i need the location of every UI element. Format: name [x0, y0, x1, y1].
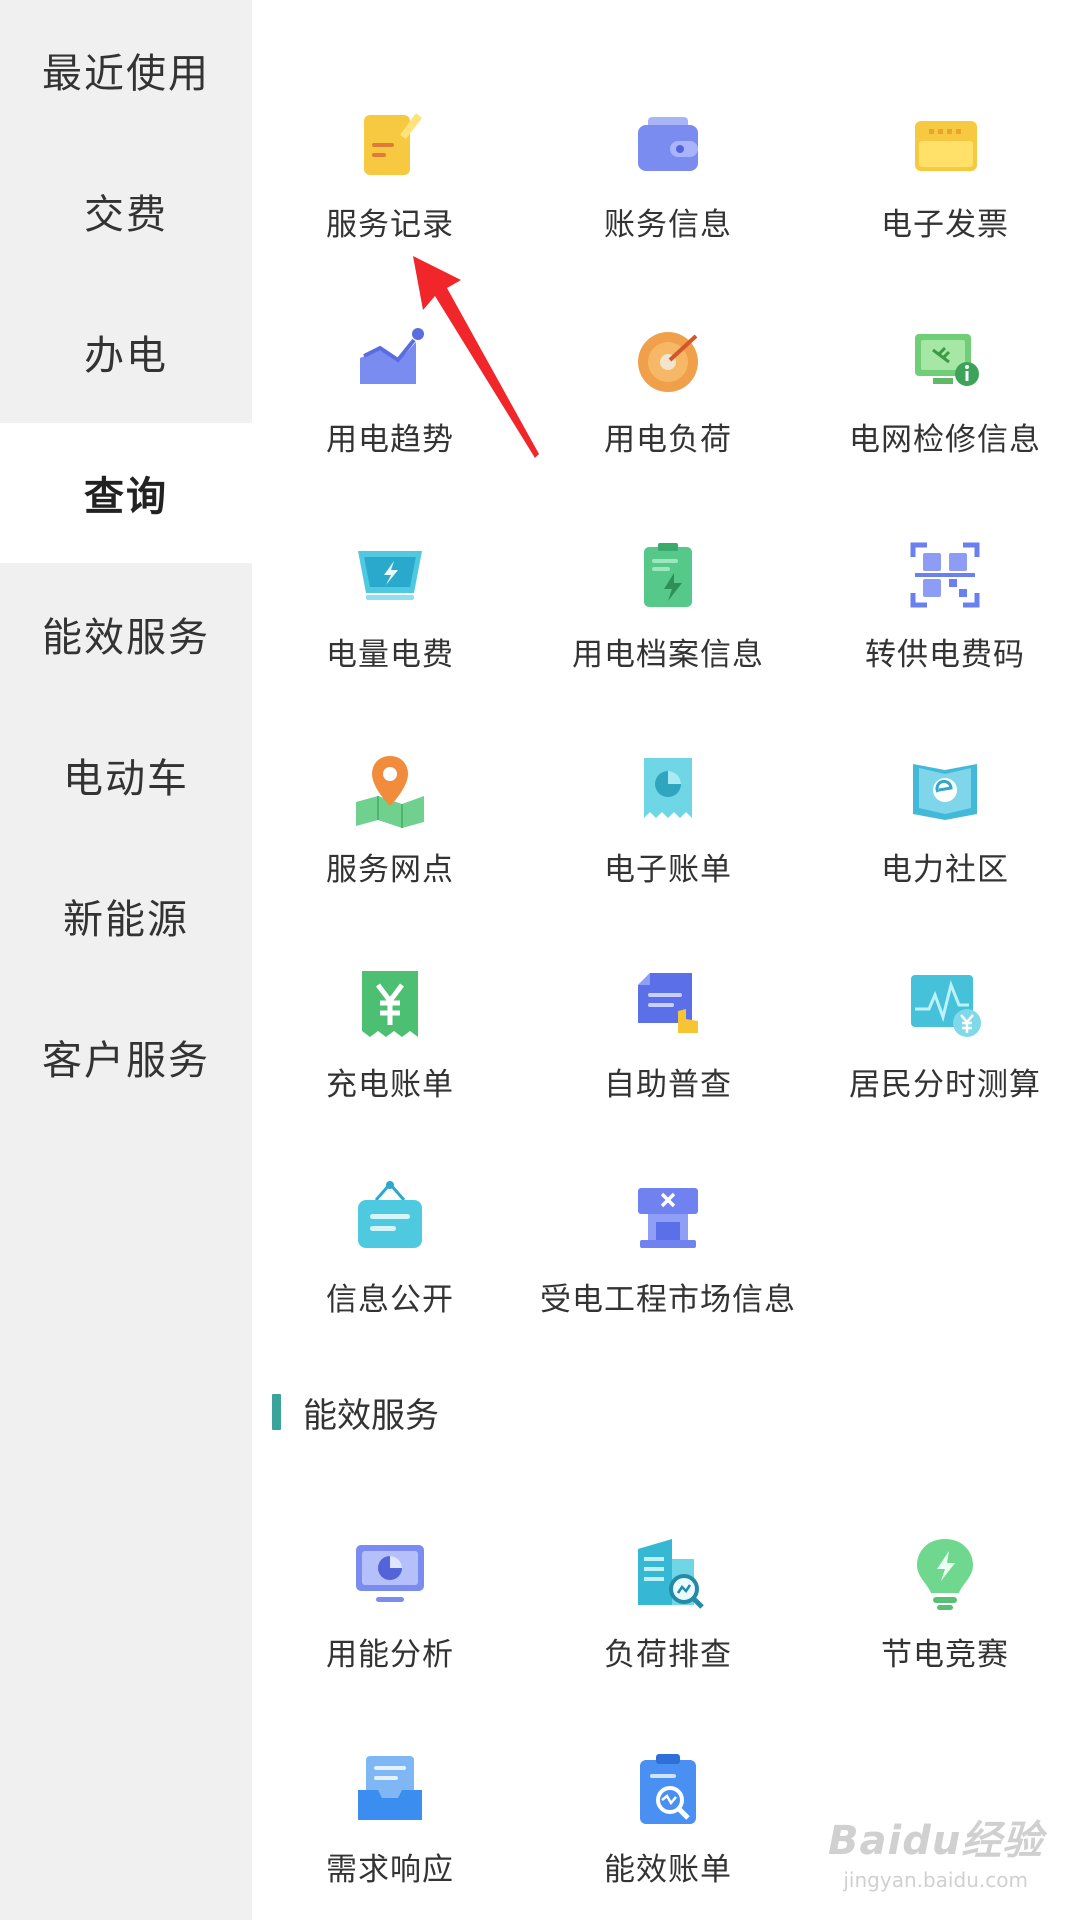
tile-label: 居民分时测算 [849, 1067, 1041, 1103]
e-bill-icon [644, 758, 692, 818]
building-search-icon [638, 1539, 704, 1609]
notice-board-icon [358, 1181, 422, 1248]
time-of-use-icon [911, 975, 981, 1037]
tile-account-info[interactable]: 账务信息 [533, 105, 803, 285]
archive-file-icon [644, 543, 692, 607]
wallet-icon [638, 117, 698, 171]
tile-label: 服务网点 [326, 852, 454, 888]
tile-label: 节电竞赛 [881, 1637, 1009, 1673]
tile-usage-archive[interactable]: 用电档案信息 [533, 535, 803, 715]
tile-label: 电力社区 [881, 852, 1009, 888]
tile-energy-analysis[interactable]: 用能分析 [255, 1535, 525, 1715]
category-sidebar: 最近使用 交费 办电 查询 能效服务 电动车 新能源 客户服务 [0, 0, 252, 1920]
tile-label: 电子账单 [604, 852, 732, 888]
sidebar-item-new-energy[interactable]: 新能源 [0, 846, 252, 986]
tile-label: 负荷排查 [604, 1637, 732, 1673]
sidebar-item-energy-efficiency[interactable]: 能效服务 [0, 564, 252, 704]
tile-label: 自助普查 [604, 1067, 732, 1103]
qr-code-icon [910, 542, 980, 608]
service-record-icon [364, 113, 422, 175]
tile-label: 电量电费 [326, 637, 454, 673]
invoice-icon [915, 121, 977, 171]
tile-label: 电子发票 [881, 207, 1009, 243]
sidebar-item-electric-vehicle[interactable]: 电动车 [0, 705, 252, 845]
tile-grid-maintenance[interactable]: 电网检修信息 [810, 320, 1080, 500]
red-arrow-icon [413, 256, 539, 458]
electricity-fee-icon [358, 551, 422, 600]
construction-market-icon [638, 1188, 698, 1248]
grid-maintenance-icon [915, 334, 979, 386]
sidebar-item-payment[interactable]: 交费 [0, 141, 252, 281]
load-gauge-icon [638, 332, 698, 392]
tile-label: 信息公开 [326, 1282, 454, 1318]
sidebar-item-recent[interactable]: 最近使用 [0, 0, 252, 140]
tile-label: 用能分析 [326, 1637, 454, 1673]
tile-label: 充电账单 [326, 1067, 454, 1103]
baidu-watermark: Baidu经验 jingyan.baidu.com [828, 1808, 1043, 1892]
inbox-tray-icon [358, 1756, 422, 1820]
tile-e-invoice[interactable]: 电子发票 [810, 105, 1080, 285]
tile-label: 能效账单 [604, 1852, 732, 1888]
yuan-receipt-icon [362, 971, 418, 1037]
tile-transfer-fee-code[interactable]: 转供电费码 [810, 535, 1080, 715]
map-pin-icon [356, 756, 424, 828]
tile-efficiency-bill[interactable]: 能效账单 [533, 1750, 803, 1930]
tile-load-inspection[interactable]: 负荷排查 [533, 1535, 803, 1715]
section-header-energy-efficiency: 能效服务 [272, 1390, 439, 1436]
tile-charging-bill[interactable]: 充电账单 [255, 965, 525, 1145]
community-book-icon [913, 764, 977, 820]
tile-info-disclosure[interactable]: 信息公开 [255, 1180, 525, 1360]
self-check-icon [638, 973, 698, 1033]
tile-label: 用电负荷 [604, 422, 732, 458]
watermark-brand: Baidu经验 [828, 1818, 1044, 1864]
clipboard-chart-icon [640, 1754, 696, 1824]
watermark-url: jingyan.baidu.com [843, 1868, 1028, 1892]
monitor-pie-icon [356, 1545, 424, 1602]
section-title: 能效服务 [303, 1395, 439, 1436]
tile-power-saving-contest[interactable]: 节电竞赛 [810, 1535, 1080, 1715]
tile-label: 用电档案信息 [572, 637, 764, 673]
sidebar-item-apply-electricity[interactable]: 办电 [0, 282, 252, 422]
tile-self-check[interactable]: 自助普查 [533, 965, 803, 1145]
tile-label: 需求响应 [326, 1852, 454, 1888]
sidebar-item-customer-service[interactable]: 客户服务 [0, 987, 252, 1127]
tile-power-fee[interactable]: 电量电费 [255, 535, 525, 715]
tile-label: 电网检修信息 [849, 422, 1041, 458]
tile-e-bill[interactable]: 电子账单 [533, 750, 803, 930]
tile-label: 账务信息 [604, 207, 732, 243]
tile-label: 受电工程市场信息 [540, 1282, 796, 1318]
tile-time-of-use[interactable]: 居民分时测算 [810, 965, 1080, 1145]
tile-power-project-market[interactable]: 受电工程市场信息 [533, 1180, 803, 1360]
bulb-icon [917, 1539, 973, 1610]
tile-label: 转供电费码 [865, 637, 1025, 673]
tile-usage-load[interactable]: 用电负荷 [533, 320, 803, 500]
tile-service-outlet[interactable]: 服务网点 [255, 750, 525, 930]
tile-label: 服务记录 [326, 207, 454, 243]
section-accent-bar [272, 1394, 281, 1430]
tile-demand-response[interactable]: 需求响应 [255, 1750, 525, 1930]
tile-power-community[interactable]: 电力社区 [810, 750, 1080, 930]
sidebar-item-query[interactable]: 查询 [0, 423, 252, 563]
